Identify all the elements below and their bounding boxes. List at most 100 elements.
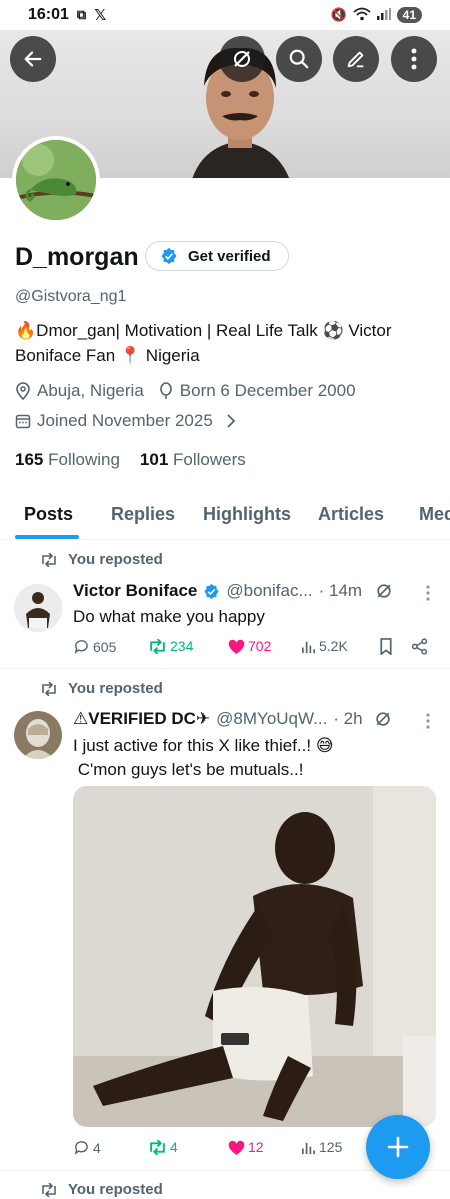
post-more-icon[interactable]: [426, 585, 430, 601]
author-handle[interactable]: @8MYoUqW...: [216, 709, 327, 729]
views-count: 125: [319, 1139, 343, 1155]
mute-icon: 🔇: [330, 7, 347, 22]
tab-highlights[interactable]: Highlights: [203, 504, 291, 525]
pencil-icon: [347, 51, 364, 68]
reply-icon: [74, 640, 88, 654]
plus-icon: [387, 1136, 409, 1158]
post-text-line-2: C'mon guys let's be mutuals..!: [73, 760, 304, 779]
post-actions: 605 234 702 5.2K: [73, 638, 433, 658]
wifi-icon: [353, 7, 371, 24]
active-tab-indicator: [15, 535, 79, 539]
edit-button[interactable]: [333, 36, 379, 82]
follow-stats: 165 Following 101 Followers: [15, 450, 246, 470]
profile-avatar[interactable]: [12, 136, 100, 224]
post-media-image[interactable]: [73, 786, 436, 1127]
reply-button[interactable]: 605: [73, 638, 116, 655]
author-avatar-image: [14, 711, 62, 759]
post-avatar[interactable]: [14, 711, 62, 759]
post-more-icon[interactable]: [426, 713, 430, 729]
repost-button[interactable]: 4: [148, 1139, 178, 1155]
tab-articles[interactable]: Articles: [318, 504, 384, 525]
like-count: 702: [248, 638, 272, 654]
tab-posts[interactable]: Posts: [24, 504, 73, 525]
screenshot-icon: ⧉: [76, 7, 87, 22]
like-button[interactable]: 702: [228, 638, 271, 654]
verified-badge-icon: [161, 247, 177, 265]
views-button[interactable]: 5.2K: [301, 638, 348, 654]
repost-indicator: You reposted: [40, 1181, 163, 1198]
followers-link[interactable]: 101 Followers: [140, 450, 246, 470]
status-time: 16:01: [28, 6, 69, 23]
bio-line-2: Boniface Fan 📍 Nigeria: [15, 346, 200, 365]
post-text: I just active for this X like thief..! 😅…: [73, 734, 433, 782]
bookmark-button[interactable]: [379, 638, 393, 655]
author-name[interactable]: Victor Boniface: [73, 581, 197, 601]
grok-button[interactable]: [219, 36, 265, 82]
joined-text: Joined November 2025: [37, 411, 213, 430]
heart-filled-icon: [228, 639, 245, 654]
repost-label: You reposted: [68, 680, 163, 697]
get-verified-button[interactable]: Get verified: [145, 241, 289, 271]
search-icon: [289, 49, 309, 69]
grok-icon[interactable]: [373, 709, 393, 729]
tab-media[interactable]: Med: [419, 504, 450, 525]
repost-count: 4: [170, 1139, 178, 1155]
like-button[interactable]: 12: [228, 1139, 264, 1155]
author-avatar-image: [14, 584, 62, 632]
reply-count: 605: [93, 638, 117, 655]
location-text: Abuja, Nigeria: [37, 381, 144, 400]
grok-icon[interactable]: [374, 581, 394, 601]
chameleon-image: [16, 140, 96, 220]
profile-tabs: Posts Replies Highlights Articles Med: [0, 498, 450, 540]
x-logo-icon: 𝕏: [94, 7, 107, 24]
bookmark-icon: [380, 638, 392, 655]
back-button[interactable]: [10, 36, 56, 82]
bio-line-1: 🔥Dmor_gan| Motivation | Real Life Talk ⚽…: [15, 321, 392, 340]
post-avatar[interactable]: [14, 584, 62, 632]
following-count: 165: [15, 450, 44, 469]
balloon-icon: [159, 382, 172, 399]
tab-replies[interactable]: Replies: [111, 504, 175, 525]
post-time: · 2h: [333, 709, 363, 728]
status-bar: 16:01 ⧉ 𝕏 🔇 41: [0, 0, 450, 30]
birthday-text: Born 6 December 2000: [179, 381, 356, 400]
post-text: Do what make you happy: [73, 607, 265, 626]
post-header: Victor Boniface @bonifac... · 14m: [73, 581, 413, 601]
profile-name: D_morgan: [15, 243, 139, 271]
joined-row[interactable]: Joined November 2025: [15, 411, 237, 431]
author-name[interactable]: ⚠VERIFIED DC✈: [73, 709, 210, 729]
back-arrow-icon: [24, 51, 42, 67]
post-time: · 14m: [318, 581, 363, 600]
repost-icon: [42, 552, 56, 567]
battery-badge: 41: [396, 7, 422, 23]
share-button[interactable]: [411, 638, 428, 655]
repost-icon: [42, 681, 56, 696]
calendar-icon: [15, 414, 31, 429]
views-count: 5.2K: [319, 638, 348, 654]
repost-icon: [42, 1182, 56, 1197]
reply-button[interactable]: 4: [73, 1139, 101, 1156]
repost-label: You reposted: [68, 551, 163, 568]
repost-button[interactable]: 234: [148, 638, 193, 654]
share-icon: [411, 638, 428, 655]
grok-icon: [234, 51, 250, 67]
search-button[interactable]: [276, 36, 322, 82]
views-button[interactable]: 125: [301, 1139, 342, 1155]
following-label: Following: [48, 450, 120, 469]
heart-filled-icon: [228, 1140, 245, 1155]
location-pin-icon: [16, 382, 30, 400]
get-verified-label: Get verified: [188, 247, 271, 265]
signal-icon: [376, 7, 391, 23]
profile-handle: @Gistvora_ng1: [15, 288, 127, 305]
vertical-dots-icon: [411, 48, 417, 70]
repost-indicator: You reposted: [40, 680, 163, 697]
more-options-button[interactable]: [391, 36, 437, 82]
following-link[interactable]: 165 Following: [15, 450, 120, 470]
compose-post-button[interactable]: [366, 1115, 430, 1179]
followers-count: 101: [139, 450, 169, 469]
author-handle[interactable]: @bonifac...: [226, 581, 312, 601]
media-photo: [73, 786, 436, 1127]
repost-icon: [150, 1139, 165, 1155]
verified-badge-icon: [204, 583, 219, 599]
like-count: 12: [248, 1139, 264, 1155]
